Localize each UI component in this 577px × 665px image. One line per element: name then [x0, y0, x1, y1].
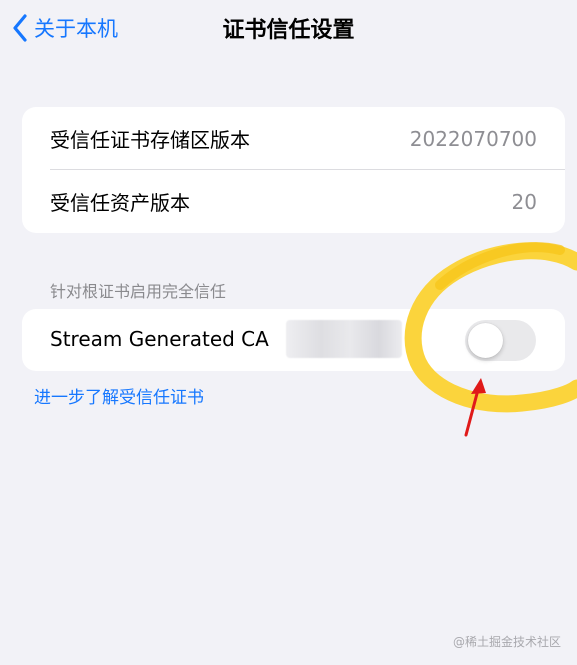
navigation-bar: 关于本机 证书信任设置	[0, 0, 577, 56]
certificate-name: Stream Generated CA	[50, 327, 269, 351]
section-header: 针对根证书启用完全信任	[50, 282, 227, 301]
full-trust-toggle[interactable]	[465, 320, 536, 361]
arrow-head-icon	[471, 378, 486, 394]
certificate-trust-card: Stream Generated CA	[22, 309, 565, 371]
trust-asset-version-row: 受信任资产版本 20	[22, 170, 565, 233]
toggle-knob	[468, 323, 503, 358]
versions-card: 受信任证书存储区版本 2022070700 受信任资产版本 20	[22, 107, 565, 233]
trust-store-version-row: 受信任证书存储区版本 2022070700	[22, 107, 565, 170]
trust-asset-version-label: 受信任资产版本	[50, 191, 190, 215]
watermark: @稀土掘金技术社区	[452, 635, 561, 649]
learn-more-link[interactable]: 进一步了解受信任证书	[34, 383, 204, 408]
trust-store-version-value: 2022070700	[409, 126, 537, 151]
redacted-text-blur	[286, 320, 402, 358]
trust-asset-version-value: 20	[511, 189, 537, 214]
trust-store-version-label: 受信任证书存储区版本	[50, 128, 250, 152]
highlight-circle-overlap	[435, 242, 565, 290]
arrow-shaft	[464, 384, 481, 437]
page-title: 证书信任设置	[222, 18, 355, 43]
